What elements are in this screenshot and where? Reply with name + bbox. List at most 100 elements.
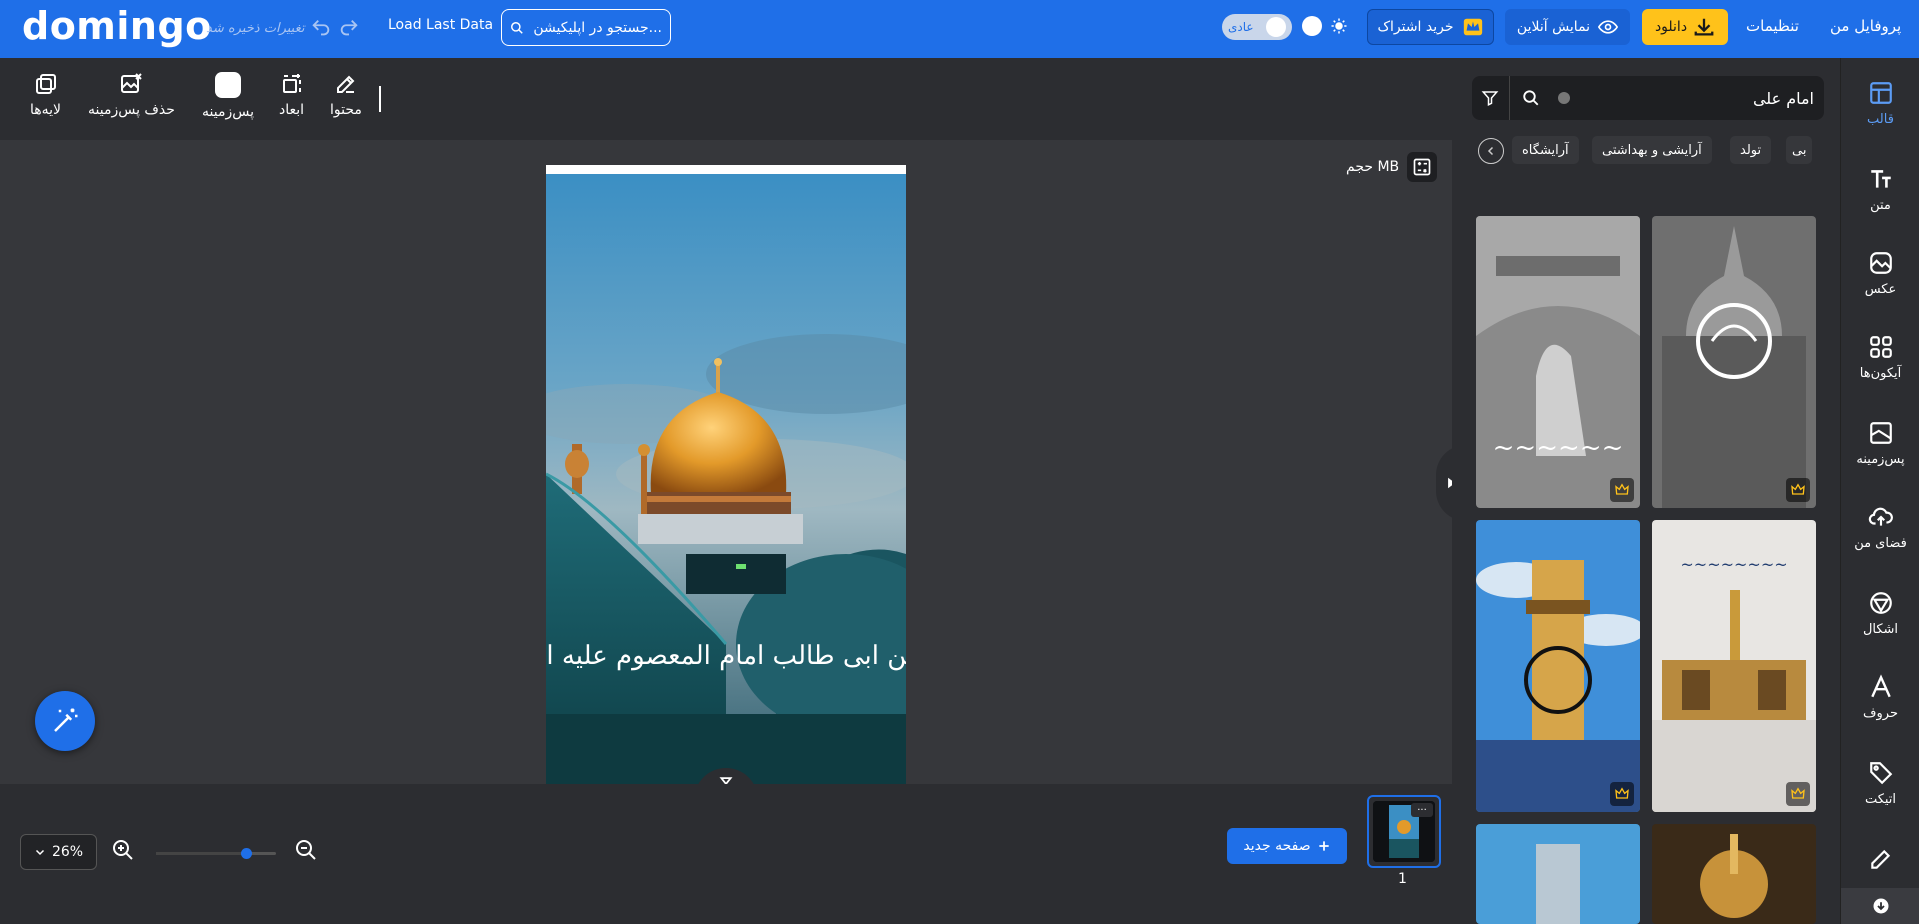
background-color-button[interactable]: پس‌زمینه — [202, 72, 254, 120]
undo-redo-group: تغییرات ذخیره شد — [206, 17, 360, 39]
download-label: دانلود — [1654, 19, 1688, 35]
nav-photo-label: عکس — [1864, 282, 1897, 297]
theme-toggle[interactable] — [1302, 16, 1348, 36]
layers-icon — [35, 74, 56, 94]
arrow-down-circle-icon — [1873, 898, 1888, 914]
layers-button[interactable]: لایه‌ها — [30, 72, 61, 118]
zoom-slider-thumb[interactable] — [241, 848, 252, 859]
content-label: محتوا — [330, 102, 362, 118]
shrine-photo[interactable]: علی بن ابی طالب امام المعصوم علیه السلام — [546, 174, 906, 784]
chip-cosmetics[interactable]: آرایشی و بهداشتی — [1592, 136, 1712, 164]
templates-panel: امام علی آرایشگاه آرایشی و بهداشتی تولد … — [1452, 58, 1840, 924]
nav-fonts-label: حروف — [1863, 706, 1898, 721]
template-card[interactable]: ~~~~~~~~ — [1652, 520, 1816, 812]
chip-birthday[interactable]: تولد — [1730, 136, 1772, 164]
new-page-label: صفحه جدید — [1243, 838, 1311, 854]
toolbar-divider — [379, 86, 381, 112]
nav-my-space[interactable]: فضای من — [1841, 504, 1919, 551]
remove-background-label: حذف پس‌زمینه — [88, 102, 175, 118]
nav-photo[interactable]: عکس — [1841, 250, 1919, 297]
template-search-input[interactable]: امام علی — [1472, 76, 1824, 120]
svg-text:~~~~~~: ~~~~~~ — [1493, 433, 1624, 463]
magic-wand-button[interactable] — [35, 691, 95, 751]
template-icon — [1869, 82, 1892, 104]
template-card[interactable] — [1476, 824, 1640, 924]
clear-search-icon[interactable] — [1558, 92, 1570, 104]
zoom-out-icon[interactable] — [294, 838, 318, 862]
filter-button[interactable] — [1470, 76, 1510, 120]
toggle-knob — [1266, 17, 1286, 37]
calculator-icon — [1407, 152, 1438, 182]
download-icon — [1694, 18, 1714, 36]
chevron-down-icon — [35, 849, 44, 856]
nav-tags[interactable]: اتیکت — [1841, 760, 1919, 807]
background-icon — [1869, 422, 1892, 444]
background-swatch — [214, 72, 241, 98]
sun-icon — [1331, 18, 1347, 34]
crown-icon — [1463, 18, 1482, 36]
remove-background-icon — [121, 73, 143, 93]
logo[interactable]: domingo — [22, 4, 212, 48]
image-icon — [1869, 252, 1892, 274]
nav-text-label: متن — [1870, 198, 1891, 213]
chip-salon[interactable]: آرایشگاه — [1512, 136, 1579, 164]
cloud-upload-icon — [1868, 507, 1893, 526]
remove-background-button[interactable]: حذف پس‌زمینه — [88, 72, 175, 118]
redo-icon[interactable] — [338, 17, 360, 39]
pencil-icon — [1870, 849, 1890, 869]
text-icon — [1870, 170, 1891, 188]
dimensions-button[interactable]: ابعاد — [279, 72, 304, 118]
settings-link[interactable]: تنظیمات — [1746, 17, 1799, 35]
theme-toggle-knob — [1302, 16, 1322, 36]
calligraphy-text[interactable]: علی بن ابی طالب امام المعصوم علیه السلام — [546, 641, 906, 671]
nav-icons[interactable]: آیکون‌ها — [1841, 334, 1919, 381]
nav-draw[interactable] — [1841, 846, 1919, 872]
nav-text[interactable]: متن — [1841, 166, 1919, 213]
category-chips: آرایشگاه آرایشی و بهداشتی تولد بی — [1478, 134, 1824, 168]
premium-crown-icon — [1610, 478, 1634, 502]
zoom-slider[interactable] — [156, 848, 276, 859]
page-thumbnail-image: ... — [1373, 801, 1435, 862]
app-search-placeholder: جستجو در اپلیکیشن... — [533, 19, 662, 36]
mode-label: عادی — [1228, 20, 1254, 34]
tag-icon — [1869, 762, 1892, 785]
live-preview-button[interactable]: نمایش آنلاین — [1505, 9, 1630, 45]
search-icon[interactable] — [1522, 89, 1540, 107]
nav-template[interactable]: قالب — [1841, 80, 1919, 127]
design-page[interactable]: علی بن ابی طالب امام المعصوم علیه السلام — [546, 165, 906, 784]
file-size-indicator[interactable]: حجم MB — [1346, 152, 1438, 182]
filter-icon — [1481, 91, 1498, 106]
content-button[interactable]: محتوا — [330, 72, 362, 118]
svg-text:~~~~~~~~: ~~~~~~~~ — [1680, 555, 1787, 574]
template-card[interactable] — [1476, 520, 1640, 812]
zoom-dropdown[interactable]: 26% — [20, 834, 97, 870]
premium-crown-icon — [1786, 478, 1810, 502]
app-search-input[interactable]: جستجو در اپلیکیشن... — [501, 9, 671, 46]
mode-toggle[interactable]: عادی — [1222, 14, 1292, 40]
nav-tags-label: اتیکت — [1864, 792, 1897, 807]
subscribe-button[interactable]: خرید اشتراک — [1367, 9, 1494, 45]
nav-template-label: قالب — [1867, 112, 1894, 127]
new-page-button[interactable]: صفحه جدید — [1227, 828, 1347, 864]
profile-link[interactable]: پروفایل من — [1830, 17, 1901, 35]
grid-icon — [1869, 336, 1892, 358]
thumbnail-menu-icon[interactable]: ... — [1411, 803, 1433, 817]
zoom-in-icon[interactable] — [111, 838, 135, 862]
template-card[interactable]: ~~~~~~ — [1476, 216, 1640, 508]
premium-crown-icon — [1610, 782, 1634, 806]
template-card[interactable] — [1652, 824, 1816, 924]
nav-my-space-label: فضای من — [1854, 536, 1907, 551]
shapes-icon — [1869, 592, 1892, 614]
nav-shapes[interactable]: اشکال — [1841, 590, 1919, 637]
chip-partial[interactable]: بی — [1786, 136, 1813, 164]
download-button[interactable]: دانلود — [1642, 9, 1728, 45]
subscribe-label: خرید اشتراک — [1377, 19, 1454, 35]
page-thumbnail[interactable]: ... — [1367, 795, 1441, 868]
side-nav: قالب متن عکس آیکون‌ها پس‌زمینه فضای من ا… — [1840, 58, 1919, 924]
template-card[interactable] — [1652, 216, 1816, 508]
nav-fonts[interactable]: حروف — [1841, 674, 1919, 721]
scroll-down-button[interactable] — [1841, 888, 1919, 924]
nav-background[interactable]: پس‌زمینه — [1841, 420, 1919, 467]
load-last-data-button[interactable]: Load Last Data — [388, 17, 493, 33]
undo-icon[interactable] — [310, 17, 332, 39]
